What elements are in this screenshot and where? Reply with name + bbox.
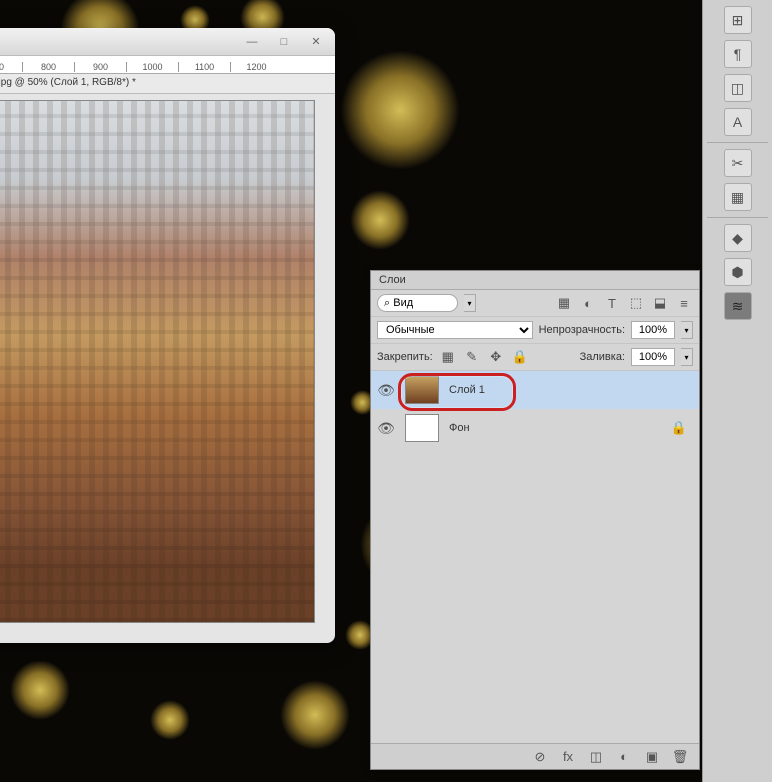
visibility-icon[interactable]: 👁 [377, 382, 395, 399]
fill-dropdown-icon[interactable]: ▾ [681, 348, 693, 366]
opacity-input[interactable] [631, 321, 675, 339]
link-layers-icon[interactable]: ⊘ [531, 748, 549, 766]
layer-thumbnail[interactable] [405, 414, 439, 442]
blend-mode-select[interactable]: Обычные [377, 321, 533, 339]
fill-label: Заливка: [580, 351, 625, 363]
lock-row: Закрепить: ▦ ✎ ✥ 🔒 Заливка: ▾ [371, 344, 699, 371]
search-label: Вид [393, 297, 413, 309]
minimize-button[interactable]: — [237, 33, 267, 51]
layer-row-background[interactable]: 👁 Фон 🔒 [371, 409, 699, 447]
dock-histogram-icon[interactable]: ⊞ [724, 6, 752, 34]
dock-swatches-icon[interactable]: ▦ [724, 183, 752, 211]
lock-all-icon[interactable]: 🔒 [511, 348, 529, 366]
layer-name[interactable]: Фон [449, 422, 661, 434]
filter-row: ⌕ Вид ▾ ▦ ◐ T ⬚ ⬓ ≡ [371, 290, 699, 317]
maximize-button[interactable]: □ [269, 33, 299, 51]
fx-icon[interactable]: fx [559, 748, 577, 766]
canvas[interactable] [0, 100, 315, 623]
layer-thumbnail[interactable] [405, 376, 439, 404]
dock-color-icon[interactable]: ⬢ [724, 258, 752, 286]
lock-pixels-icon[interactable]: ✎ [463, 348, 481, 366]
close-button[interactable]: ✕ [301, 33, 331, 51]
ruler-mark: 1100 [178, 62, 230, 72]
panel-footer: ⊘ fx ◫ ◐ ▣ 🗑 [371, 743, 699, 769]
ruler-mark: 700 [0, 62, 22, 72]
opacity-dropdown-icon[interactable]: ▾ [681, 321, 693, 339]
layers-list: 👁 Слой 1 👁 Фон 🔒 [371, 371, 699, 743]
layer-name[interactable]: Слой 1 [449, 384, 693, 396]
horizontal-ruler: 700 800 900 1000 1100 1200 [0, 56, 335, 74]
dock-styles-icon[interactable]: ◫ [724, 74, 752, 102]
lock-transparent-icon[interactable]: ▦ [439, 348, 457, 366]
blend-row: Обычные Непрозрачность: ▾ [371, 317, 699, 344]
dock-character-icon[interactable]: A [724, 108, 752, 136]
lock-icon: 🔒 [671, 420, 687, 436]
new-layer-icon[interactable]: ▣ [643, 748, 661, 766]
lock-position-icon[interactable]: ✥ [487, 348, 505, 366]
layer-search[interactable]: ⌕ Вид [377, 294, 458, 312]
panel-title[interactable]: Слои [371, 271, 699, 290]
visibility-icon[interactable]: 👁 [377, 420, 395, 437]
right-dock: ⊞ ¶ ◫ A ✂ ▦ ◆ ⬢ ≋ [702, 0, 772, 782]
fill-input[interactable] [631, 348, 675, 366]
mask-icon[interactable]: ◫ [587, 748, 605, 766]
dock-tools-icon[interactable]: ✂ [724, 149, 752, 177]
layers-panel: Слои ⌕ Вид ▾ ▦ ◐ T ⬚ ⬓ ≡ Обычные Непрозр… [370, 270, 700, 770]
window-titlebar: — □ ✕ [0, 28, 335, 56]
ruler-mark: 1000 [126, 62, 178, 72]
ruler-mark: 1200 [230, 62, 282, 72]
panel-menu-icon[interactable]: ≡ [675, 294, 693, 312]
ruler-mark: 800 [22, 62, 74, 72]
city-image [0, 101, 314, 622]
ruler-mark: 900 [74, 62, 126, 72]
layer-row-1[interactable]: 👁 Слой 1 [371, 371, 699, 409]
filter-pixel-icon[interactable]: ▦ [555, 294, 573, 312]
dock-layers-icon[interactable]: ≋ [724, 292, 752, 320]
filter-adjust-icon[interactable]: ◐ [579, 294, 597, 312]
search-icon: ⌕ [384, 297, 390, 310]
filter-shape-icon[interactable]: ⬚ [627, 294, 645, 312]
filter-text-icon[interactable]: T [603, 294, 621, 312]
dock-paragraph-icon[interactable]: ¶ [724, 40, 752, 68]
search-dropdown-icon[interactable]: ▾ [464, 294, 476, 312]
dock-3d-icon[interactable]: ◆ [724, 224, 752, 252]
trash-icon[interactable]: 🗑 [671, 748, 689, 766]
filter-smart-icon[interactable]: ⬓ [651, 294, 669, 312]
adjustment-icon[interactable]: ◐ [615, 748, 633, 766]
opacity-label: Непрозрачность: [539, 324, 625, 336]
document-tab[interactable]: size.jpg @ 50% (Слой 1, RGB/8*) * [0, 74, 335, 94]
lock-label: Закрепить: [377, 351, 433, 363]
document-window: — □ ✕ 700 800 900 1000 1100 1200 size.jp… [0, 28, 335, 643]
